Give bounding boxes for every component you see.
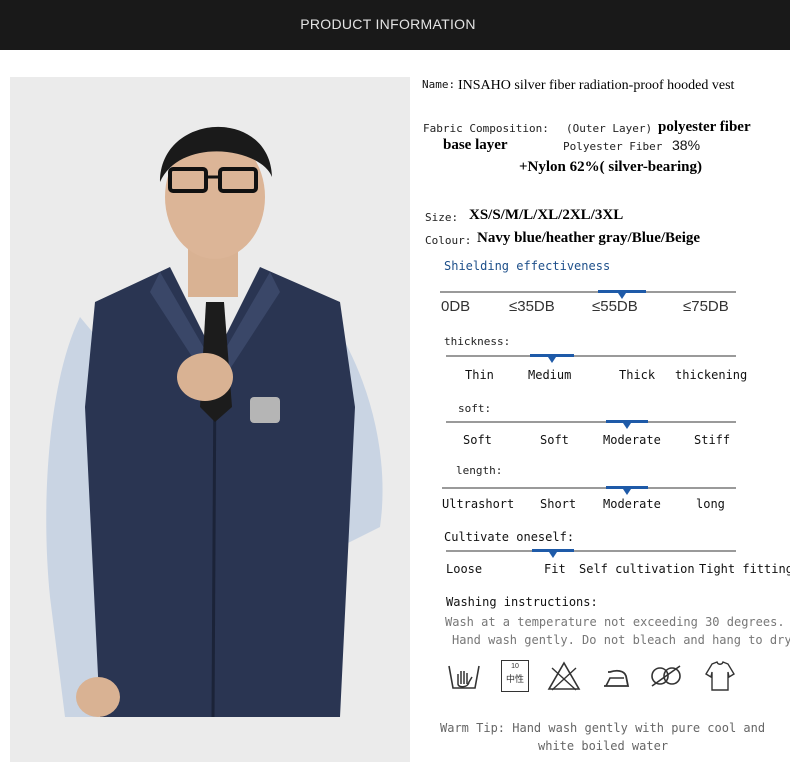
base-fiber-label: Polyester Fiber [563, 140, 663, 153]
size-label: Size: [425, 211, 459, 224]
length-option: long [696, 497, 725, 511]
fit-scale [446, 550, 736, 552]
shielding-option: ≤35DB [509, 298, 555, 315]
length-selected-pointer [623, 489, 631, 495]
washing-line-1: Wash at a temperature not exceeding 30 d… [445, 615, 785, 629]
product-name-value: INSAHO silver fiber radiation-proof hood… [458, 78, 735, 93]
warm-tip-line-2: white boiled water [538, 739, 669, 753]
washing-title: Washing instructions: [446, 595, 598, 609]
name-label: Name: [422, 78, 456, 91]
soft-option: Soft [540, 433, 569, 447]
length-option: Short [540, 497, 577, 511]
length-option: Ultrashort [442, 497, 515, 511]
soft-selected-pointer [623, 423, 631, 429]
shielding-option: ≤55DB [592, 298, 638, 315]
shielding-option: 0DB [441, 298, 471, 315]
product-name: INSAHO silver fiber radiation-proof hood… [458, 78, 734, 94]
base-fiber-value: 38% [672, 137, 701, 153]
model-illustration [10, 77, 410, 762]
base-layer-label: base layer [443, 137, 508, 153]
page-title: PRODUCT INFORMATION [300, 16, 476, 32]
thickness-option: Thin [465, 368, 494, 382]
fit-label: Cultivate oneself: [444, 530, 575, 544]
soft-option: Soft [463, 433, 492, 447]
shielding-scale [440, 291, 736, 293]
wash-temperature-number: 10 [511, 663, 519, 670]
fabric-label: Fabric Composition: [423, 122, 549, 135]
outer-layer-value: polyester fiber [658, 119, 751, 135]
soft-option: Moderate [603, 433, 661, 447]
size-value: XS/S/M/L/XL/2XL/3XL [469, 207, 624, 223]
warm-tip-line-1: Warm Tip: Hand wash gently with pure coo… [440, 721, 766, 735]
soft-option: Stiff [694, 433, 731, 447]
fit-option: Loose [446, 562, 483, 576]
thickness-scale [446, 355, 736, 357]
thickness-selected-pointer [548, 357, 556, 363]
soft-label: soft: [458, 402, 492, 415]
thickness-option: thickening [675, 368, 748, 382]
shielding-option: ≤75DB [683, 298, 729, 315]
soft-scale [446, 421, 736, 423]
thickness-option: Medium [528, 368, 572, 382]
shielding-title: Shielding effectiveness [444, 259, 611, 273]
fit-option: Fit [544, 562, 566, 576]
product-photo [10, 77, 410, 762]
iron-icon [604, 669, 630, 687]
fit-selected-pointer [549, 552, 557, 558]
hand-wash-icon [448, 665, 480, 689]
no-bleach-icon [547, 661, 581, 691]
washing-line-2: Hand wash gently. Do not bleach and hang… [452, 633, 790, 647]
hang-dry-icon [705, 661, 735, 691]
fit-option: Self cultivation [579, 562, 695, 576]
thickness-option: Thick [619, 368, 656, 382]
length-scale [442, 487, 736, 489]
nylon-value: +Nylon 62%( silver-bearing) [519, 159, 702, 175]
length-option: Moderate [603, 497, 661, 511]
outer-layer-prefix: (Outer Layer) [566, 122, 653, 135]
header-banner: PRODUCT INFORMATION [0, 0, 790, 50]
thickness-label: thickness: [444, 335, 511, 348]
length-label: length: [456, 464, 503, 477]
no-tumble-dry-icon [651, 665, 681, 687]
colour-value: Navy blue/heather gray/Blue/Beige [477, 230, 701, 246]
wash-temperature-text: 中性 [505, 674, 524, 684]
fit-option: Tight fitting [699, 562, 790, 576]
colour-label: Colour: [425, 234, 472, 247]
wash-temperature-icon: 10 中性 [501, 660, 529, 692]
